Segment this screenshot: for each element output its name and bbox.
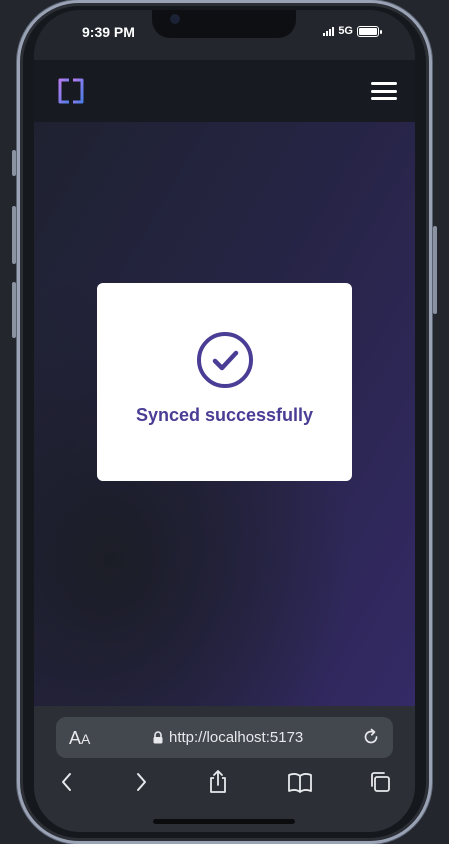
volume-up-button [12, 206, 16, 264]
sync-success-dialog: Synced successfully [97, 283, 352, 481]
bookmarks-icon[interactable] [286, 768, 314, 796]
forward-icon[interactable] [127, 768, 155, 796]
app-header [34, 60, 415, 122]
mute-switch [12, 150, 16, 176]
lock-icon [153, 731, 163, 744]
url-display[interactable]: http://localhost:5173 [153, 729, 303, 746]
check-circle-icon [196, 332, 253, 388]
battery-icon [357, 25, 382, 37]
browser-bar: AA http://localhost:5173 [34, 706, 415, 832]
power-button [433, 226, 437, 314]
share-icon[interactable] [204, 768, 232, 796]
hamburger-menu-icon[interactable] [371, 80, 397, 102]
status-bar: 9:39 PM 5G [34, 10, 415, 60]
status-time: 9:39 PM [82, 24, 135, 40]
url-text: http://localhost:5173 [169, 729, 304, 746]
signal-icon [323, 26, 335, 36]
main-content: Synced successfully [34, 122, 415, 706]
sync-message: Synced successfully [135, 405, 314, 425]
reload-icon[interactable] [361, 727, 381, 747]
network-label: 5G [338, 25, 353, 37]
front-camera [170, 14, 180, 24]
status-indicators: 5G [323, 25, 382, 37]
app-logo[interactable] [56, 76, 86, 106]
phone-screen: 9:39 PM 5G Synced successfully AA http:/… [34, 10, 415, 832]
back-icon[interactable] [53, 768, 81, 796]
address-bar[interactable]: AA http://localhost:5173 [56, 717, 393, 758]
volume-down-button [12, 282, 16, 338]
browser-toolbar [34, 768, 415, 802]
text-size-button[interactable]: AA [69, 728, 90, 749]
home-indicator[interactable] [153, 819, 295, 824]
tabs-icon[interactable] [366, 768, 394, 796]
